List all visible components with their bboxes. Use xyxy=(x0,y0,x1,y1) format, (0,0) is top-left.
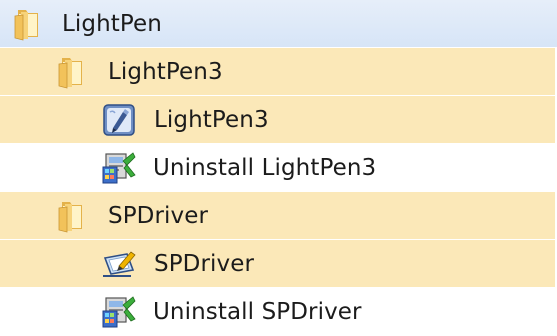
tree-item-spdriver-folder[interactable]: SPDriver xyxy=(0,192,555,239)
tree-item-label: LightPen3 xyxy=(154,106,269,133)
tree-item-label: Uninstall SPDriver xyxy=(153,299,362,325)
folder-icon xyxy=(56,54,96,90)
folder-icon xyxy=(56,198,96,234)
uninstall-icon xyxy=(101,149,139,187)
start-menu-tree: LightPen LightPen3 LightPen3 Uninstall L… xyxy=(0,0,557,336)
tree-item-label: SPDriver xyxy=(108,202,209,229)
tree-item-lightpen3-app[interactable]: LightPen3 xyxy=(0,96,555,143)
lightpen-app-icon xyxy=(101,102,137,138)
tree-item-uninstall-lightpen3[interactable]: Uninstall LightPen3 xyxy=(0,144,557,191)
spdriver-app-icon xyxy=(101,246,139,282)
uninstall-icon xyxy=(101,293,139,331)
tree-item-label: LightPen3 xyxy=(108,58,223,85)
tree-item-spdriver-app[interactable]: SPDriver xyxy=(0,240,555,287)
tree-item-lightpen3-folder[interactable]: LightPen3 xyxy=(0,48,555,95)
tree-item-label: SPDriver xyxy=(154,250,255,277)
tree-item-lightpen-folder[interactable]: LightPen xyxy=(0,0,557,47)
tree-item-uninstall-spdriver[interactable]: Uninstall SPDriver xyxy=(0,288,557,336)
tree-item-label: LightPen xyxy=(62,10,162,37)
tree-item-label: Uninstall LightPen3 xyxy=(153,154,377,181)
folder-icon xyxy=(12,6,52,42)
